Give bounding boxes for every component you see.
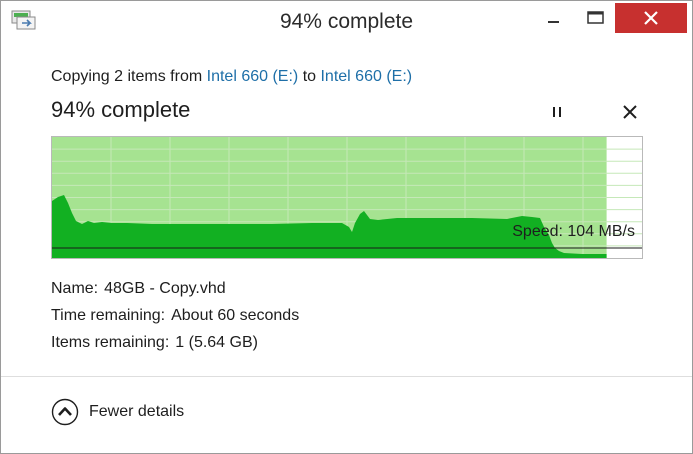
speed-graph: Speed: 104 MB/s (51, 136, 643, 259)
close-window-button[interactable] (615, 3, 687, 33)
close-icon (644, 11, 658, 25)
items-remaining-label: Items remaining: (51, 334, 170, 351)
copy-dialog-window: 94% complete Copying 2 items from Intel … (0, 0, 693, 454)
source-link[interactable]: Intel 660 (E:) (207, 68, 299, 85)
copy-middle: to (302, 68, 317, 85)
maximize-button[interactable] (577, 3, 615, 33)
fewer-details-label[interactable]: Fewer details (89, 403, 184, 421)
cancel-icon (623, 105, 637, 119)
items-remaining-row: Items remaining: 1 (5.64 GB) (51, 329, 299, 356)
name-label: Name: (51, 280, 99, 297)
maximize-icon (587, 11, 604, 24)
pause-icon (553, 107, 561, 117)
details-list: Name: 48GB - Copy.vhd Time remaining: Abou… (51, 275, 299, 356)
chevron-up-icon (51, 398, 79, 426)
pause-button[interactable] (548, 101, 566, 123)
title-bar[interactable]: 94% complete (1, 1, 692, 46)
time-remaining-value: About 60 seconds (171, 307, 300, 324)
speed-label: Speed: 104 MB/s (512, 223, 635, 240)
progress-status: 94% complete (51, 97, 191, 122)
cancel-copy-button[interactable] (620, 101, 640, 123)
time-remaining-label: Time remaining: (51, 307, 166, 324)
minimize-icon (548, 21, 559, 23)
items-remaining-value: 1 (5.64 GB) (175, 334, 258, 351)
name-row: Name: 48GB - Copy.vhd (51, 275, 299, 302)
footer-divider (1, 376, 692, 377)
name-value: 48GB - Copy.vhd (104, 280, 226, 297)
copy-prefix: Copying 2 items from (51, 68, 203, 85)
minimize-button[interactable] (533, 3, 577, 33)
copy-description: Copying 2 items from Intel 660 (E:) to I… (51, 68, 412, 86)
time-remaining-row: Time remaining: About 60 seconds (51, 302, 299, 329)
destination-link[interactable]: Intel 660 (E:) (320, 68, 412, 85)
